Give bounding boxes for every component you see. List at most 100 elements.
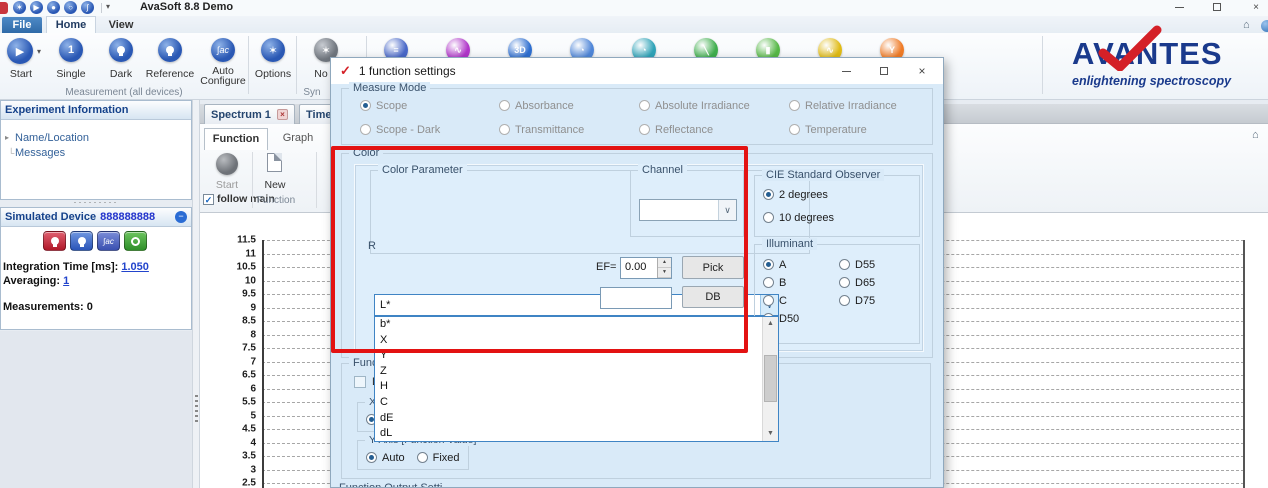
- averaging-value[interactable]: 1: [63, 275, 69, 287]
- dropdown-item[interactable]: Y: [375, 348, 763, 364]
- home-icon[interactable]: ⌂: [1243, 19, 1250, 31]
- chevron-down-icon[interactable]: ∨: [718, 200, 736, 220]
- spin-up-icon[interactable]: ▲: [658, 258, 671, 268]
- tab-home[interactable]: Home: [46, 16, 96, 33]
- tree-item-messages[interactable]: └ Messages: [5, 145, 191, 160]
- tree-item-name-location[interactable]: ▸ Name/Location: [5, 130, 191, 145]
- radio-icon: [360, 100, 371, 111]
- color-group: Color Color Parameter L* ∨ R EF= 0.00 ▲▼…: [341, 153, 933, 358]
- panel-splitter-horizontal[interactable]: ·········: [0, 199, 192, 206]
- radio-icon: [839, 295, 850, 306]
- measure-mode-radio[interactable]: Relative Irradiance: [789, 98, 932, 113]
- dropdown-item[interactable]: dL: [375, 426, 763, 442]
- reference-color-field[interactable]: [600, 287, 672, 309]
- measure-mode-radio[interactable]: Scope - Dark: [360, 122, 499, 137]
- reference-button[interactable]: [158, 38, 182, 62]
- dropdown-item[interactable]: Z: [375, 364, 763, 380]
- function-start-button[interactable]: [216, 153, 238, 175]
- tab-spectrum-1[interactable]: Spectrum 1 ×: [204, 104, 295, 124]
- measure-mode-radio[interactable]: Temperature: [789, 122, 932, 137]
- dropdown-scrollbar[interactable]: ▲ ▼: [762, 317, 778, 441]
- color-parameter-dropdown[interactable]: b*XYZHCdEdL ▲ ▼: [374, 316, 779, 442]
- start-label: Start: [0, 68, 42, 80]
- measurements-row: Measurements: 0: [3, 301, 191, 313]
- measure-mode-radio[interactable]: Absolute Irradiance: [639, 98, 789, 113]
- close-button[interactable]: ×: [1246, 0, 1266, 14]
- power-button[interactable]: [124, 231, 147, 251]
- options-button[interactable]: ✶: [261, 38, 285, 62]
- tab-file[interactable]: File: [2, 17, 42, 33]
- illuminant-radio[interactable]: B: [763, 275, 839, 290]
- start-dropdown-icon[interactable]: ▾: [37, 47, 41, 56]
- measure-mode-radio[interactable]: Scope: [360, 98, 499, 113]
- dropdown-item[interactable]: X: [375, 333, 763, 349]
- experiment-panel-title: Experiment Information: [5, 104, 128, 116]
- panel-home-icon[interactable]: ⌂: [1252, 129, 1259, 141]
- measure-mode-radio[interactable]: Transmittance: [499, 122, 639, 137]
- illuminant-radio[interactable]: D75: [839, 293, 915, 308]
- scrollbar-thumb[interactable]: [764, 355, 777, 402]
- y-axis-radio[interactable]: Auto: [366, 450, 405, 465]
- measure-mode-radio[interactable]: Absorbance: [499, 98, 639, 113]
- sync-group-label-partial: Syn: [294, 87, 330, 98]
- radio-icon: [639, 124, 650, 135]
- dialog-maximize-button[interactable]: [865, 64, 903, 78]
- y-tick-label: 11.5: [200, 235, 256, 246]
- dock-splitter-vertical[interactable]: [192, 100, 200, 488]
- play-quick-icon[interactable]: ▶: [30, 1, 43, 14]
- minimize-button[interactable]: [1169, 0, 1189, 14]
- dropdown-item[interactable]: b*: [375, 317, 763, 333]
- auto-configure-label: Auto Configure: [196, 66, 250, 86]
- single-label: Single: [47, 68, 95, 80]
- illuminant-radio[interactable]: D65: [839, 275, 915, 290]
- dark-lamp-button[interactable]: [43, 231, 66, 251]
- cie-observer-radio[interactable]: 2 degrees: [763, 187, 919, 202]
- dark-button[interactable]: [109, 38, 133, 62]
- measure-mode-radio[interactable]: Reflectance: [639, 122, 789, 137]
- scroll-up-icon[interactable]: ▲: [763, 317, 778, 331]
- experiment-panel-header[interactable]: Experiment Information: [1, 101, 191, 120]
- subtab-function[interactable]: Function: [204, 128, 268, 150]
- qat-customize-icon[interactable]: ▾: [106, 2, 110, 11]
- dialog-titlebar[interactable]: ✓ 1 function settings ×: [331, 58, 943, 84]
- tab-view[interactable]: View: [100, 17, 142, 33]
- auto-configure-device-button[interactable]: ∫ac: [97, 231, 120, 251]
- globe-icon[interactable]: [1261, 20, 1268, 32]
- dark-bulb-quick-icon[interactable]: ●: [47, 1, 60, 14]
- start-button[interactable]: ▶: [7, 38, 33, 64]
- dialog-minimize-button[interactable]: [827, 64, 865, 78]
- bulb-icon: [166, 46, 174, 54]
- auto-configure-quick-icon[interactable]: ∫: [81, 1, 94, 14]
- wrench-quick-icon[interactable]: ✶: [13, 1, 26, 14]
- new-function-button[interactable]: [267, 153, 282, 172]
- illuminant-radio[interactable]: C: [763, 293, 839, 308]
- pick-button[interactable]: Pick: [682, 256, 744, 279]
- single-button[interactable]: 1: [59, 38, 83, 62]
- ref-value-spinner[interactable]: 0.00 ▲▼: [620, 257, 672, 279]
- illuminant-radio[interactable]: D55: [839, 257, 915, 272]
- integration-time-value[interactable]: 1.050: [121, 261, 149, 273]
- app-icon: [0, 2, 8, 14]
- logo-check-icon: [1095, 25, 1165, 71]
- spinner-value: 0.00: [621, 258, 657, 278]
- cie-observer-radio[interactable]: 10 degrees: [763, 210, 919, 225]
- dropdown-item[interactable]: dE: [375, 411, 763, 427]
- reference-lamp-button[interactable]: [70, 231, 93, 251]
- scroll-down-icon[interactable]: ▼: [763, 427, 778, 441]
- close-tab-icon[interactable]: ×: [277, 109, 288, 120]
- channel-combobox[interactable]: ∨: [639, 199, 737, 221]
- subtab-graph[interactable]: Graph: [270, 128, 326, 150]
- reference-bulb-quick-icon[interactable]: ○: [64, 1, 77, 14]
- expander-icon[interactable]: ▸: [5, 133, 15, 142]
- db-button[interactable]: DB: [682, 286, 744, 308]
- dropdown-item[interactable]: H: [375, 379, 763, 395]
- dropdown-item[interactable]: C: [375, 395, 763, 411]
- auto-configure-button[interactable]: ∫ac: [211, 38, 235, 62]
- y-axis-radio[interactable]: Fixed: [417, 450, 460, 465]
- dialog-close-button[interactable]: ×: [903, 64, 941, 78]
- spin-down-icon[interactable]: ▼: [658, 268, 671, 278]
- illuminant-radio[interactable]: A: [763, 257, 839, 272]
- maximize-button[interactable]: [1207, 0, 1227, 14]
- device-panel-header[interactable]: Simulated Device 888888888 −: [1, 208, 191, 227]
- collapse-panel-icon[interactable]: −: [175, 211, 187, 223]
